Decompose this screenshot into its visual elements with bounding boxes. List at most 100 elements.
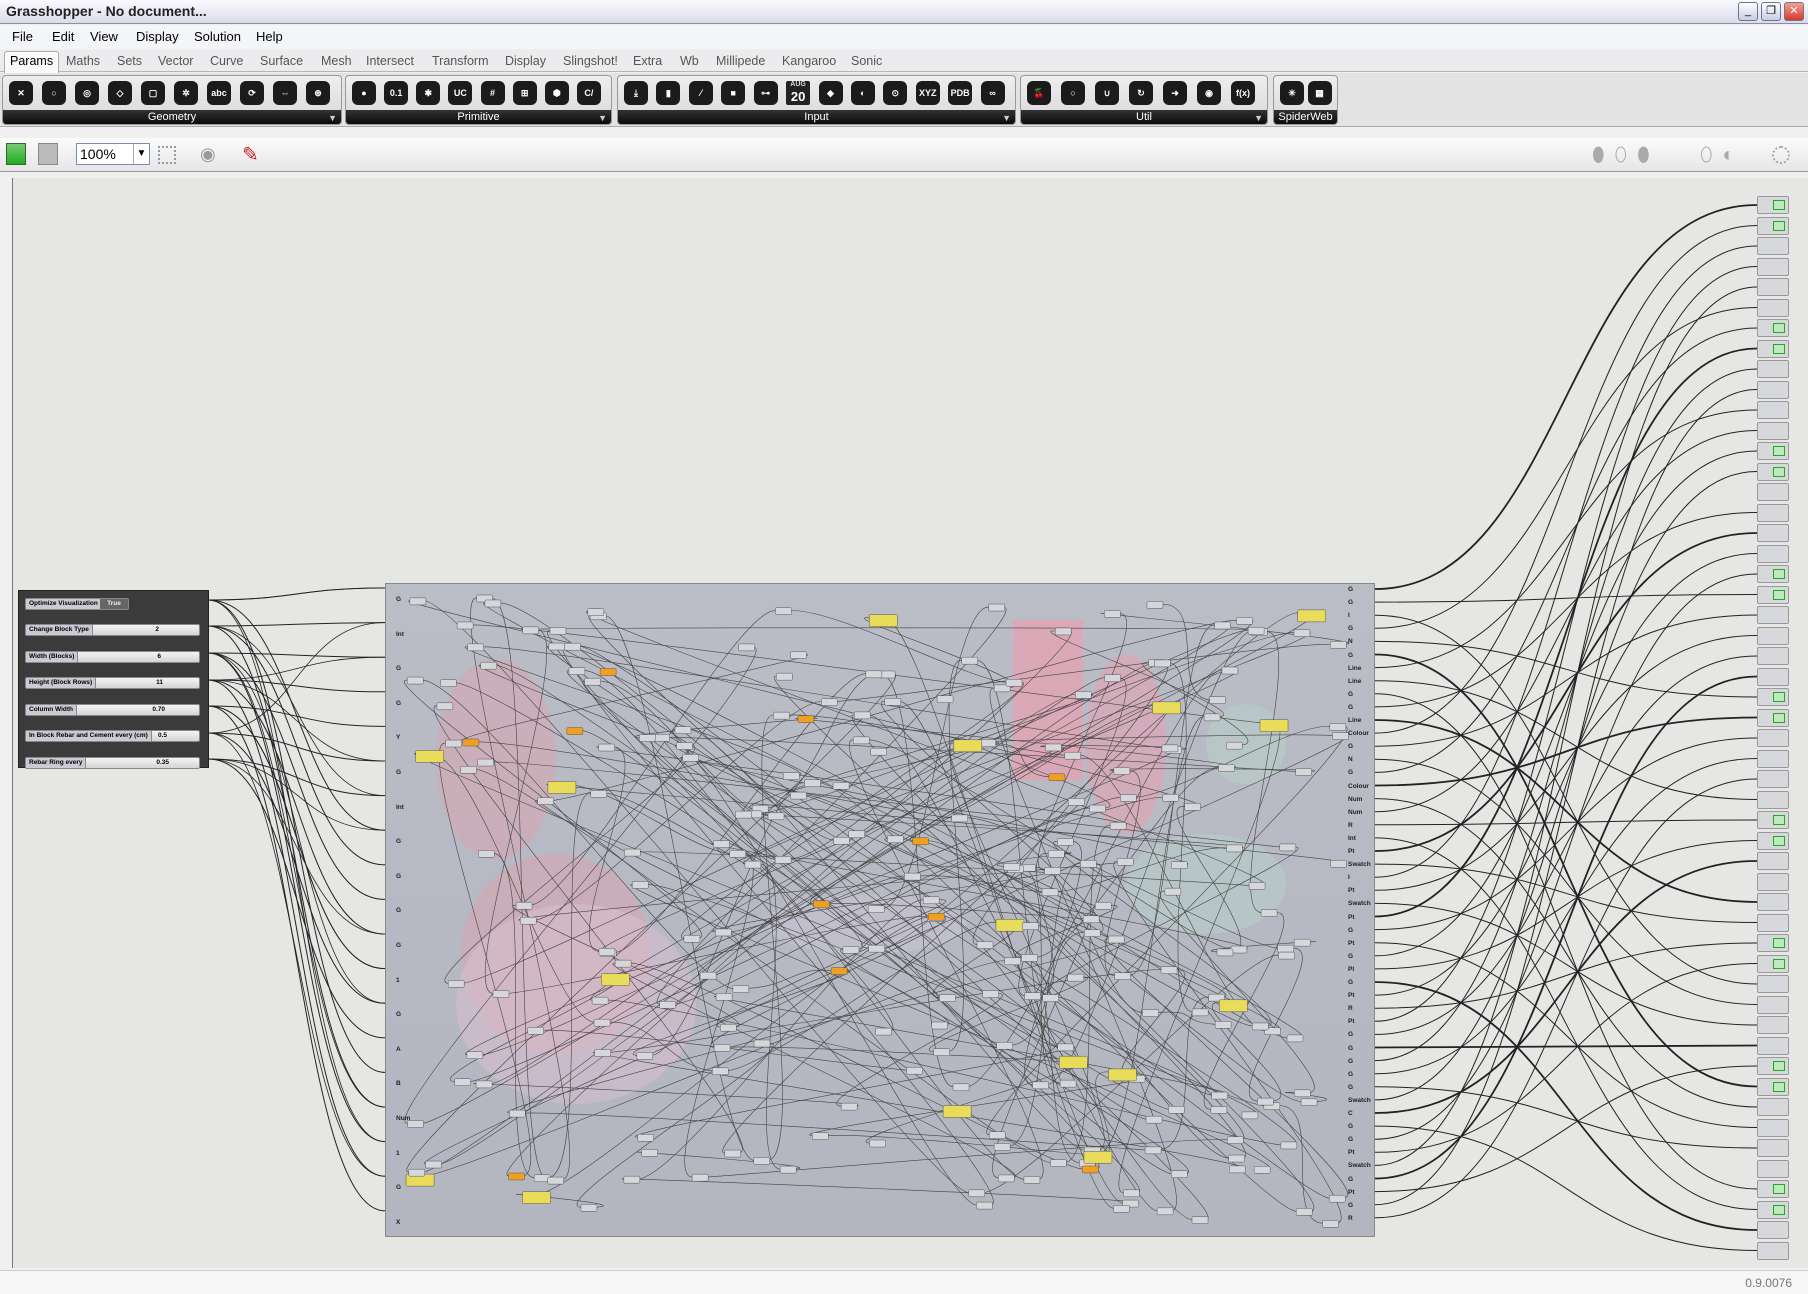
output-param[interactable] bbox=[1757, 237, 1789, 255]
internal-component[interactable] bbox=[865, 670, 883, 679]
internal-component[interactable] bbox=[1171, 861, 1188, 869]
toggle-value[interactable]: True bbox=[100, 599, 128, 609]
number-slider[interactable]: Rebar Ring every 0.35 bbox=[25, 756, 200, 769]
internal-component[interactable] bbox=[1054, 627, 1072, 636]
internal-component[interactable] bbox=[906, 1066, 923, 1075]
internal-component[interactable] bbox=[408, 1168, 426, 1177]
cluster-input-pin[interactable]: G bbox=[396, 700, 401, 707]
cluster-output-pin[interactable]: G bbox=[1348, 652, 1353, 659]
internal-component[interactable] bbox=[1211, 1091, 1228, 1100]
cluster-input-pin[interactable]: G bbox=[396, 1184, 401, 1191]
internal-component[interactable] bbox=[813, 900, 830, 909]
cluster-input-pin[interactable]: 1 bbox=[396, 977, 400, 984]
cluster-output-pin[interactable]: G bbox=[1348, 1202, 1353, 1209]
output-param[interactable] bbox=[1757, 934, 1789, 952]
internal-component[interactable] bbox=[1279, 843, 1297, 852]
output-param[interactable] bbox=[1757, 1221, 1789, 1239]
internal-component[interactable] bbox=[833, 836, 850, 845]
cluster-output-pin[interactable]: Swatch bbox=[1348, 861, 1371, 868]
output-param[interactable] bbox=[1757, 1077, 1789, 1096]
internal-component[interactable] bbox=[519, 916, 537, 925]
internal-component[interactable] bbox=[1191, 1216, 1209, 1224]
internal-component[interactable] bbox=[1247, 626, 1265, 635]
output-param[interactable] bbox=[1757, 257, 1789, 276]
output-param[interactable] bbox=[1757, 401, 1789, 419]
internal-component[interactable] bbox=[1160, 966, 1178, 974]
cluster-output-pin[interactable]: Line bbox=[1348, 678, 1361, 685]
internal-component[interactable] bbox=[1257, 1097, 1274, 1106]
internal-component[interactable] bbox=[456, 621, 474, 630]
internal-component[interactable] bbox=[1021, 922, 1039, 930]
internal-component[interactable] bbox=[682, 754, 699, 762]
internal-component[interactable] bbox=[1329, 723, 1347, 731]
internal-component[interactable] bbox=[1005, 679, 1023, 687]
number-slider[interactable]: Width (Blocks) 6 bbox=[25, 650, 200, 663]
output-param[interactable] bbox=[1757, 749, 1789, 768]
output-param[interactable] bbox=[1757, 1118, 1789, 1137]
internal-component[interactable] bbox=[537, 797, 554, 805]
internal-component[interactable] bbox=[1162, 794, 1179, 802]
internal-component[interactable] bbox=[1236, 617, 1253, 625]
cluster-output-pin[interactable]: Pt bbox=[1348, 1189, 1355, 1196]
internal-component[interactable] bbox=[868, 944, 885, 953]
internal-component[interactable] bbox=[462, 738, 480, 747]
output-param[interactable] bbox=[1757, 503, 1789, 522]
internal-component[interactable] bbox=[738, 643, 755, 652]
output-param[interactable] bbox=[1757, 667, 1789, 686]
internal-component[interactable] bbox=[961, 656, 978, 665]
internal-component[interactable] bbox=[720, 1023, 737, 1032]
internal-component[interactable] bbox=[744, 860, 762, 869]
internal-component[interactable] bbox=[951, 814, 969, 823]
cluster-input-pin[interactable]: G bbox=[396, 596, 401, 603]
output-param[interactable] bbox=[1757, 1057, 1789, 1075]
internal-component[interactable] bbox=[460, 766, 477, 774]
internal-component[interactable] bbox=[1117, 858, 1134, 866]
internal-component[interactable] bbox=[598, 948, 616, 956]
internal-component[interactable] bbox=[1297, 609, 1327, 623]
internal-component[interactable] bbox=[713, 840, 730, 848]
internal-component[interactable] bbox=[952, 1083, 970, 1092]
internal-component[interactable] bbox=[942, 1105, 972, 1118]
cluster-input-pin[interactable]: Int bbox=[396, 804, 404, 811]
cluster-component[interactable]: G Int G G Y G Int G G G G 1 G A B Num 1 G X G G I G N G Line Line G… bbox=[385, 583, 1375, 1237]
cluster-input-pin[interactable]: 1 bbox=[396, 1150, 400, 1157]
internal-component[interactable] bbox=[1226, 741, 1243, 750]
internal-component[interactable] bbox=[484, 599, 502, 608]
internal-component[interactable] bbox=[1050, 1159, 1067, 1167]
internal-component[interactable] bbox=[1075, 691, 1092, 699]
internal-component[interactable] bbox=[753, 1157, 771, 1165]
internal-component[interactable] bbox=[1080, 860, 1097, 868]
internal-component[interactable] bbox=[1123, 1189, 1140, 1198]
output-param[interactable] bbox=[1757, 975, 1789, 993]
internal-component[interactable] bbox=[1089, 804, 1106, 813]
internal-component[interactable] bbox=[832, 782, 850, 790]
internal-component[interactable] bbox=[1293, 938, 1311, 947]
output-param[interactable] bbox=[1757, 790, 1789, 809]
internal-component[interactable] bbox=[1203, 713, 1221, 722]
internal-component[interactable] bbox=[1068, 798, 1085, 806]
internal-component[interactable] bbox=[1067, 973, 1084, 982]
output-param[interactable] bbox=[1757, 565, 1789, 583]
cluster-output-pin[interactable]: Pt bbox=[1348, 887, 1355, 894]
output-param[interactable] bbox=[1757, 585, 1789, 604]
cluster-input-pin[interactable]: Num bbox=[396, 1115, 410, 1122]
internal-component[interactable] bbox=[812, 1132, 829, 1140]
internal-component[interactable] bbox=[773, 711, 790, 720]
internal-component[interactable] bbox=[1084, 929, 1101, 937]
toggle-optimize-visualization[interactable]: Optimize Visualization True bbox=[25, 598, 129, 610]
internal-component[interactable] bbox=[776, 672, 793, 681]
internal-component[interactable] bbox=[594, 1049, 611, 1057]
cluster-output-pin[interactable]: Colour bbox=[1348, 783, 1369, 790]
internal-component[interactable] bbox=[1161, 744, 1179, 753]
output-param[interactable] bbox=[1757, 606, 1789, 624]
output-param[interactable] bbox=[1757, 954, 1789, 973]
internal-component[interactable] bbox=[1104, 610, 1121, 618]
internal-component[interactable] bbox=[1081, 1165, 1099, 1174]
internal-component[interactable] bbox=[1048, 773, 1066, 782]
cluster-output-pin[interactable]: Swatch bbox=[1348, 1097, 1371, 1104]
output-param[interactable] bbox=[1757, 360, 1789, 378]
cluster-output-pin[interactable]: G bbox=[1348, 769, 1353, 776]
number-slider[interactable]: In Block Rebar and Cement every (cm) 0.5 bbox=[25, 730, 200, 742]
output-param[interactable] bbox=[1757, 278, 1789, 296]
cluster-output-pin[interactable]: G bbox=[1348, 1071, 1353, 1078]
